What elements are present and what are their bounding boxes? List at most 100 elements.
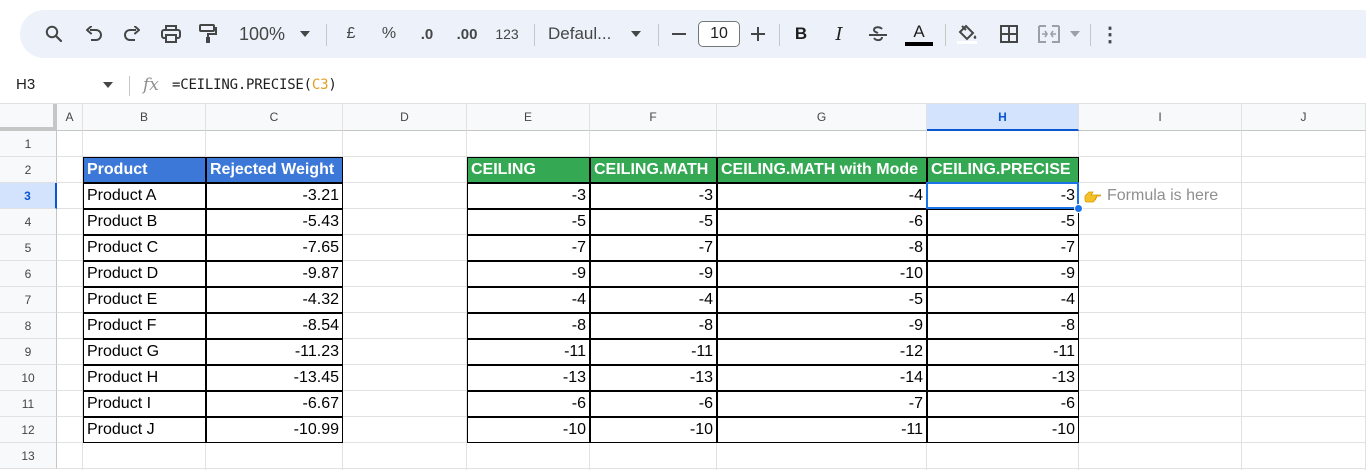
table2-cell[interactable]: -8 (467, 313, 590, 339)
paint-format-icon[interactable] (196, 10, 220, 58)
table1-cell[interactable]: -5.43 (206, 209, 343, 235)
chevron-down-icon[interactable] (1068, 10, 1082, 58)
table2-cell[interactable]: -5 (467, 209, 590, 235)
decrease-decimal-button[interactable]: .0 (414, 10, 440, 58)
row-header-4[interactable]: 4 (0, 209, 57, 235)
table2-cell[interactable]: -11 (717, 417, 927, 443)
number-format-button[interactable]: 123 (492, 10, 522, 58)
chevron-down-icon[interactable] (629, 10, 643, 58)
table2-header-cell[interactable]: CEILING.MATH (590, 157, 717, 183)
table2-cell[interactable]: -10 (467, 417, 590, 443)
table1-cell[interactable]: -9.87 (206, 261, 343, 287)
table2-cell[interactable]: -6 (927, 391, 1079, 417)
print-icon[interactable] (159, 10, 183, 58)
table2-cell[interactable]: -11 (467, 339, 590, 365)
row-header-10[interactable]: 10 (0, 365, 57, 391)
table2-cell[interactable]: -4 (717, 183, 927, 209)
row-header-9[interactable]: 9 (0, 339, 57, 365)
undo-icon[interactable] (82, 10, 106, 58)
table1-cell[interactable]: -7.65 (206, 235, 343, 261)
table2-cell[interactable]: -12 (717, 339, 927, 365)
fill-handle[interactable] (1074, 204, 1083, 213)
row-header-3[interactable]: 3 (0, 183, 57, 209)
percent-button[interactable]: % (378, 10, 400, 58)
table2-cell[interactable]: -6 (590, 391, 717, 417)
row-header-1[interactable]: 1 (0, 131, 57, 157)
table1-cell[interactable]: -13.45 (206, 365, 343, 391)
table1-header-cell[interactable]: Rejected Weight (206, 157, 343, 183)
fill-color-icon[interactable] (954, 10, 980, 58)
table2-cell[interactable]: -4 (467, 287, 590, 313)
row-header-13[interactable]: 13 (0, 443, 57, 469)
chevron-down-icon[interactable] (298, 10, 312, 58)
name-box[interactable]: H3 (16, 76, 35, 93)
column-header-f[interactable]: F (590, 104, 717, 131)
table1-cell[interactable]: Product F (83, 313, 206, 339)
table2-cell[interactable]: -9 (467, 261, 590, 287)
table2-cell[interactable]: -7 (590, 235, 717, 261)
table2-cell[interactable]: -10 (927, 417, 1079, 443)
search-icon[interactable] (42, 10, 66, 58)
column-header-b[interactable]: B (83, 104, 206, 131)
column-header-d[interactable]: D (343, 104, 467, 131)
table2-cell[interactable]: -8 (927, 313, 1079, 339)
table2-cell[interactable]: -7 (467, 235, 590, 261)
table1-cell[interactable]: Product E (83, 287, 206, 313)
merge-cells-icon[interactable] (1036, 10, 1062, 58)
table2-cell[interactable]: -7 (927, 235, 1079, 261)
table2-cell[interactable]: -6 (467, 391, 590, 417)
formula-input[interactable]: =CEILING.PRECISE(C3) (172, 77, 337, 93)
table1-cell[interactable]: Product G (83, 339, 206, 365)
font-select[interactable]: Defaul... (548, 10, 618, 58)
redo-icon[interactable] (120, 10, 144, 58)
table2-cell[interactable]: -8 (717, 235, 927, 261)
table2-cell[interactable]: -6 (717, 209, 927, 235)
row-header-12[interactable]: 12 (0, 417, 57, 443)
increase-font-size-button[interactable] (747, 10, 769, 58)
currency-button[interactable]: £ (340, 10, 362, 58)
more-icon[interactable]: ⋮ (1100, 10, 1120, 58)
italic-icon[interactable]: I (829, 10, 849, 58)
table2-cell[interactable]: -13 (467, 365, 590, 391)
table2-header-cell[interactable]: CEILING.MATH with Mode (717, 157, 927, 183)
table1-cell[interactable]: -10.99 (206, 417, 343, 443)
table2-cell[interactable]: -3 (927, 183, 1079, 209)
row-header-11[interactable]: 11 (0, 391, 57, 417)
decrease-font-size-button[interactable] (668, 10, 690, 58)
table2-cell[interactable]: -3 (467, 183, 590, 209)
column-header-i[interactable]: I (1079, 104, 1242, 131)
table1-cell[interactable]: -4.32 (206, 287, 343, 313)
table2-cell[interactable]: -8 (590, 313, 717, 339)
column-header-e[interactable]: E (467, 104, 590, 131)
table1-cell[interactable]: Product A (83, 183, 206, 209)
table1-cell[interactable]: -8.54 (206, 313, 343, 339)
column-header-j[interactable]: J (1242, 104, 1366, 131)
row-header-2[interactable]: 2 (0, 157, 57, 183)
table2-cell[interactable]: -9 (590, 261, 717, 287)
text-color-icon[interactable]: A (904, 10, 934, 58)
strikethrough-icon[interactable] (867, 10, 889, 58)
table2-cell[interactable]: -13 (927, 365, 1079, 391)
table2-cell[interactable]: -7 (717, 391, 927, 417)
table1-header-cell[interactable]: Product (83, 157, 206, 183)
row-header-6[interactable]: 6 (0, 261, 57, 287)
table2-cell[interactable]: -5 (590, 209, 717, 235)
table2-header-cell[interactable]: CEILING (467, 157, 590, 183)
table1-cell[interactable]: -11.23 (206, 339, 343, 365)
table1-cell[interactable]: Product H (83, 365, 206, 391)
column-header-a[interactable]: A (57, 104, 83, 131)
table1-cell[interactable]: -6.67 (206, 391, 343, 417)
table2-cell[interactable]: -9 (717, 313, 927, 339)
borders-icon[interactable] (997, 10, 1021, 58)
table2-cell[interactable]: -10 (590, 417, 717, 443)
table1-cell[interactable]: -3.21 (206, 183, 343, 209)
table1-cell[interactable]: Product D (83, 261, 206, 287)
select-all-corner[interactable] (0, 104, 57, 131)
zoom-select[interactable]: 100% (234, 10, 290, 58)
increase-decimal-button[interactable]: .00 (452, 10, 482, 58)
table1-cell[interactable]: Product I (83, 391, 206, 417)
table2-cell[interactable]: -13 (590, 365, 717, 391)
table2-header-cell[interactable]: CEILING.PRECISE (927, 157, 1079, 183)
table2-cell[interactable]: -11 (590, 339, 717, 365)
font-size-input[interactable]: 10 (698, 21, 740, 47)
